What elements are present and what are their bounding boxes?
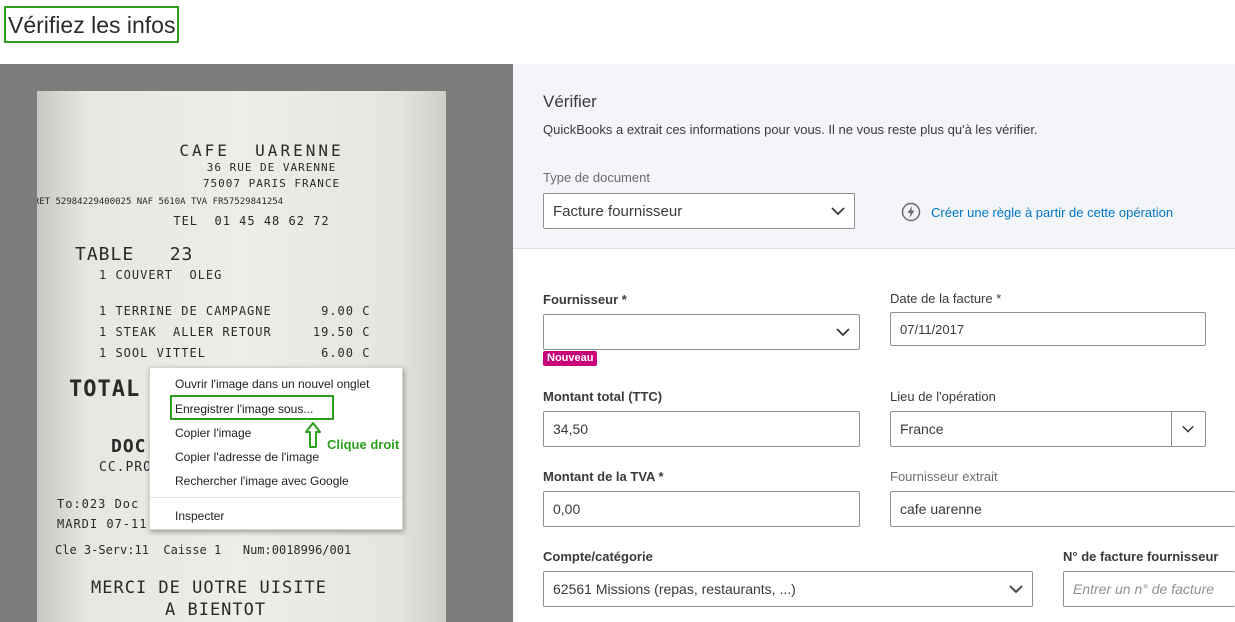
receipt-line: CAFE UARENNE xyxy=(179,141,344,160)
fournisseur-extrait-value: cafe uarenne xyxy=(900,501,982,517)
receipt-line: TABLE 23 xyxy=(75,244,194,265)
receipt-line: 1 STEAK ALLER RETOUR 19.50 C xyxy=(99,325,371,339)
chevron-down-icon xyxy=(1009,585,1023,594)
create-rule-label: Créer une règle à partir de cette opérat… xyxy=(931,204,1174,220)
menu-item-copy-image[interactable]: Copier l'image xyxy=(175,426,251,440)
verify-title: Vérifier xyxy=(543,92,597,111)
menu-item-open-new-tab[interactable]: Ouvrir l'image dans un nouvel onglet xyxy=(175,377,369,391)
compte-label: Compte/catégorie xyxy=(543,549,653,564)
lightning-bolt-icon xyxy=(901,202,921,222)
tva-field[interactable]: 0,00 xyxy=(543,491,860,527)
receipt-image[interactable]: CAFE UARENNE 36 RUE DE VARENNE 75007 PAR… xyxy=(37,91,446,622)
num-facture-field[interactable]: Entrer un n° de facture xyxy=(1063,571,1235,607)
up-arrow-icon xyxy=(305,422,321,448)
date-field[interactable]: 07/11/2017 xyxy=(890,312,1206,346)
menu-item-search-google[interactable]: Rechercher l'image avec Google xyxy=(175,474,349,488)
num-facture-label: N° de facture fournisseur xyxy=(1063,549,1219,564)
menu-item-inspect[interactable]: Inspecter xyxy=(175,509,224,523)
fournisseur-label: Fournisseur * xyxy=(543,292,627,307)
chevron-down-icon xyxy=(836,328,850,337)
page-title: Vérifiez les infos xyxy=(4,6,180,43)
lieu-value: France xyxy=(900,421,944,437)
receipt-line: 1 SOOL VITTEL 6.00 C xyxy=(99,346,371,360)
receipt-image-pane: CAFE UARENNE 36 RUE DE VARENNE 75007 PAR… xyxy=(0,64,513,622)
receipt-line: TEL 01 45 48 62 72 xyxy=(173,214,330,228)
montant-field[interactable]: 34,50 xyxy=(543,411,860,447)
doc-type-label: Type de document xyxy=(543,170,650,185)
select-divider xyxy=(1171,412,1172,446)
compte-select[interactable]: 62561 Missions (repas, restaurants, ...) xyxy=(543,571,1033,607)
create-rule-link[interactable]: Créer une règle à partir de cette opérat… xyxy=(901,202,1173,222)
receipt-line: 1 TERRINE DE CAMPAGNE 9.00 C xyxy=(99,304,371,318)
lieu-dropdown-button[interactable] xyxy=(1171,412,1205,446)
receipt-line: 75007 PARIS FRANCE xyxy=(202,177,341,190)
new-badge: Nouveau xyxy=(543,351,598,366)
receipt-line: Cle 3-Serv:11 Caisse 1 Num:0018996/001 xyxy=(55,543,352,557)
doc-type-select[interactable]: Facture fournisseur xyxy=(543,193,855,229)
annotation-highlight-box xyxy=(170,395,334,420)
montant-value: 34,50 xyxy=(553,421,589,437)
fournisseur-extrait-label: Fournisseur extrait xyxy=(890,469,998,484)
tva-label: Montant de la TVA * xyxy=(543,469,664,484)
chevron-down-icon xyxy=(1182,425,1194,433)
compte-value: 62561 Missions (repas, restaurants, ...) xyxy=(553,581,796,597)
receipt-line: MERCI DE UOTRE UISITE xyxy=(91,578,327,598)
receipt-line: 1 COUVERT OLEG xyxy=(99,268,223,282)
fournisseur-select[interactable] xyxy=(543,314,860,350)
lieu-label: Lieu de l'opération xyxy=(890,389,996,404)
tva-value: 0,00 xyxy=(553,501,581,517)
date-value: 07/11/2017 xyxy=(900,321,965,337)
receipt-line: A BIENTOT xyxy=(165,600,267,620)
verify-subtitle: QuickBooks a extrait ces informations po… xyxy=(543,122,1038,137)
doc-type-value: Facture fournisseur xyxy=(553,202,683,220)
montant-label: Montant total (TTC) xyxy=(543,389,663,404)
num-facture-placeholder: Entrer un n° de facture xyxy=(1073,581,1215,597)
menu-separator xyxy=(150,497,402,498)
fournisseur-extrait-field[interactable]: cafe uarenne xyxy=(890,491,1235,527)
receipt-line: 36 RUE DE VARENNE xyxy=(206,161,337,174)
menu-item-copy-image-address[interactable]: Copier l'adresse de l'image xyxy=(175,450,319,464)
lieu-select[interactable]: France xyxy=(890,411,1206,447)
chevron-down-icon xyxy=(831,207,845,216)
date-label: Date de la facture * xyxy=(890,291,1002,306)
receipt-line: SIRET 52984229400025 NAF 5610A TVA FR575… xyxy=(37,197,284,207)
verify-header-panel: Vérifier QuickBooks a extrait ces inform… xyxy=(513,64,1235,249)
annotation-label: Clique droit xyxy=(327,437,400,452)
